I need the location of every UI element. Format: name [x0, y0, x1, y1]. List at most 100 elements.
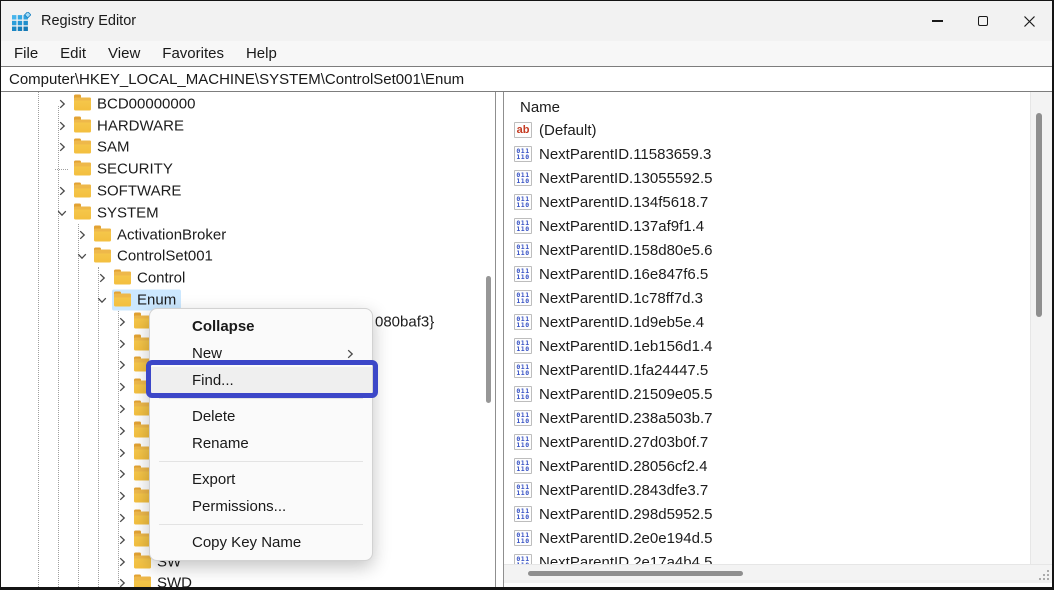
- tree-item-label: ControlSet001: [117, 248, 213, 265]
- context-menu-item-rename[interactable]: Rename: [150, 430, 372, 457]
- chevron-right-icon[interactable]: [56, 185, 68, 197]
- chevron-right-icon[interactable]: [116, 468, 128, 480]
- tree-item-sam[interactable]: SAM: [1, 137, 481, 159]
- submenu-chevron-icon: [344, 348, 356, 360]
- chevron-right-icon[interactable]: [116, 359, 128, 371]
- chevron-right-icon[interactable]: [116, 534, 128, 546]
- binary-value-icon: 011110: [514, 314, 532, 330]
- menu-help[interactable]: Help: [235, 45, 288, 62]
- tree-item-system[interactable]: SYSTEM: [1, 202, 481, 224]
- value-list-header[interactable]: Name: [504, 92, 1052, 118]
- close-button[interactable]: [1006, 1, 1052, 41]
- tree-item-label-fragment: 080baf3}: [375, 313, 434, 330]
- tree-scrollbar-thumb[interactable]: [486, 276, 491, 403]
- value-row-nextparentid-298d5952-5[interactable]: 011110NextParentID.298d5952.5: [504, 502, 1052, 526]
- value-row-nextparentid-2843dfe3-7[interactable]: 011110NextParentID.2843dfe3.7: [504, 478, 1052, 502]
- binary-value-icon: 011110: [514, 146, 532, 162]
- chevron-right-icon[interactable]: [56, 120, 68, 132]
- value-row-nextparentid-1d9eb5e-4[interactable]: 011110NextParentID.1d9eb5e.4: [504, 310, 1052, 334]
- minimize-button[interactable]: [914, 1, 960, 41]
- value-row-nextparentid-1c78ff7d-3[interactable]: 011110NextParentID.1c78ff7d.3: [504, 286, 1052, 310]
- string-value-icon: ab: [514, 122, 532, 138]
- tree-item-body: Control: [112, 268, 190, 289]
- binary-value-icon: 011110: [514, 434, 532, 450]
- value-row-nextparentid-1fa24447-5[interactable]: 011110NextParentID.1fa24447.5: [504, 358, 1052, 382]
- maximize-button[interactable]: [960, 1, 1006, 41]
- chevron-right-icon[interactable]: [116, 381, 128, 393]
- context-menu-item-export[interactable]: Export: [150, 466, 372, 493]
- chevron-right-icon[interactable]: [116, 447, 128, 459]
- chevron-right-icon[interactable]: [56, 141, 68, 153]
- tree-item-body: BCD00000000: [72, 93, 200, 114]
- tree-item-software[interactable]: SOFTWARE: [1, 180, 481, 202]
- tree-item-body: SOFTWARE: [72, 181, 186, 202]
- vertical-scrollbar-thumb[interactable]: [1036, 113, 1042, 317]
- value-row-nextparentid-134f5618-7[interactable]: 011110NextParentID.134f5618.7: [504, 190, 1052, 214]
- value-name: NextParentID.298d5952.5: [539, 506, 712, 523]
- tree-item-swd[interactable]: SWD: [1, 573, 481, 587]
- address-bar[interactable]: Computer\HKEY_LOCAL_MACHINE\SYSTEM\Contr…: [1, 67, 1052, 92]
- value-name: (Default): [539, 122, 597, 139]
- value-row-default[interactable]: ab (Default): [504, 118, 1052, 142]
- chevron-right-icon[interactable]: [116, 512, 128, 524]
- context-menu-item-permissions[interactable]: Permissions...: [150, 493, 372, 520]
- context-menu-item-delete[interactable]: Delete: [150, 403, 372, 430]
- tree-item-bcd00000000[interactable]: BCD00000000: [1, 93, 481, 115]
- value-row-nextparentid-27d03b0f-7[interactable]: 011110 NextParentID.27d03b0f.7: [504, 430, 1052, 454]
- context-menu-item-collapse[interactable]: Collapse: [150, 313, 372, 340]
- chevron-right-icon[interactable]: [116, 316, 128, 328]
- tree-item-security[interactable]: SECURITY: [1, 158, 481, 180]
- value-row-nextparentid-11583659-3[interactable]: 011110 NextParentID.11583659.3: [504, 142, 1052, 166]
- value-row-nextparentid-1eb156d1-4[interactable]: 011110NextParentID.1eb156d1.4: [504, 334, 1052, 358]
- folder-icon: [94, 228, 111, 241]
- tree-item-body: SAM: [72, 137, 135, 158]
- menu-favorites[interactable]: Favorites: [151, 45, 235, 62]
- value-row-nextparentid-158d80e5-6[interactable]: 011110NextParentID.158d80e5.6: [504, 238, 1052, 262]
- context-menu-item-label: Copy Key Name: [192, 534, 301, 551]
- chevron-right-icon[interactable]: [116, 425, 128, 437]
- value-row-nextparentid-238a503b-7[interactable]: 011110NextParentID.238a503b.7: [504, 406, 1052, 430]
- value-row-nextparentid-16e847f6-5[interactable]: 011110NextParentID.16e847f6.5: [504, 262, 1052, 286]
- menu-view[interactable]: View: [97, 45, 151, 62]
- title-bar: Registry Editor: [1, 1, 1052, 41]
- chevron-right-icon[interactable]: [116, 403, 128, 415]
- tree-item-body: ActivationBroker: [92, 224, 231, 245]
- menu-edit[interactable]: Edit: [49, 45, 97, 62]
- tree-item-controlset001[interactable]: ControlSet001: [1, 246, 481, 268]
- menu-file[interactable]: File: [3, 45, 49, 62]
- binary-value-icon: 011110: [514, 362, 532, 378]
- value-row-nextparentid-2e0e194d-5[interactable]: 011110NextParentID.2e0e194d.5: [504, 526, 1052, 550]
- value-name: NextParentID.11583659.3: [539, 146, 711, 163]
- context-menu-item-copy-key-name[interactable]: Copy Key Name: [150, 529, 372, 556]
- resize-grip-icon[interactable]: [1039, 568, 1041, 570]
- chevron-down-icon[interactable]: [76, 250, 88, 262]
- tree-connector-dotted: [55, 169, 68, 170]
- value-name: NextParentID.16e847f6.5: [539, 266, 708, 283]
- registry-editor-icon: [12, 12, 31, 31]
- pane-splitter[interactable]: [495, 92, 504, 587]
- chevron-right-icon[interactable]: [116, 577, 128, 587]
- chevron-right-icon[interactable]: [116, 490, 128, 502]
- tree-item-control[interactable]: Control: [1, 267, 481, 289]
- chevron-right-icon[interactable]: [56, 98, 68, 110]
- value-list-panel: Name ab (Default) 011110 NextParentID.11583…: [504, 92, 1052, 587]
- chevron-down-icon[interactable]: [96, 294, 108, 306]
- tree-item-body: SYSTEM: [72, 202, 164, 223]
- value-row-nextparentid-137af9f1-4[interactable]: 011110NextParentID.137af9f1.4: [504, 214, 1052, 238]
- horizontal-scrollbar-thumb[interactable]: [528, 571, 743, 576]
- menu-separator: [159, 524, 363, 525]
- tree-item-activationbroker[interactable]: ActivationBroker: [1, 224, 481, 246]
- value-name: NextParentID.134f5618.7: [539, 194, 708, 211]
- value-row-nextparentid-13055592-5[interactable]: 011110NextParentID.13055592.5: [504, 166, 1052, 190]
- value-row-nextparentid-28056cf2-4[interactable]: 011110NextParentID.28056cf2.4: [504, 454, 1052, 478]
- value-name: NextParentID.28056cf2.4: [539, 458, 707, 475]
- chevron-down-icon[interactable]: [56, 207, 68, 219]
- tree-item-hardware[interactable]: HARDWARE: [1, 115, 481, 137]
- chevron-right-icon[interactable]: [96, 272, 108, 284]
- chevron-right-icon[interactable]: [76, 229, 88, 241]
- value-row-nextparentid-21509e05-5[interactable]: 011110NextParentID.21509e05.5: [504, 382, 1052, 406]
- value-name: NextParentID.27d03b0f.7: [539, 434, 708, 451]
- tree-item-body: HARDWARE: [72, 115, 189, 136]
- chevron-right-icon[interactable]: [116, 556, 128, 568]
- chevron-right-icon[interactable]: [116, 338, 128, 350]
